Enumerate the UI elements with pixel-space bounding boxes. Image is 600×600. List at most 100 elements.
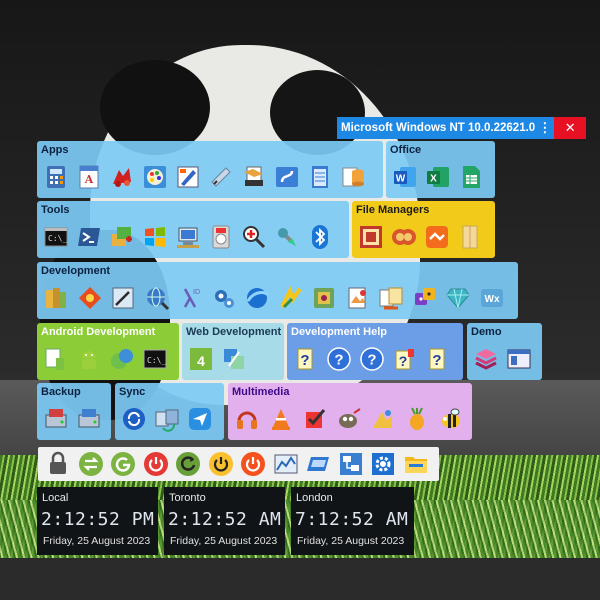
help-file-icon[interactable]: ? (292, 345, 320, 373)
window-demo-icon[interactable] (505, 345, 533, 373)
lambda-icon[interactable]: ID (176, 284, 204, 312)
paint-icon[interactable] (108, 163, 136, 191)
media-tools-icon[interactable] (369, 405, 397, 433)
sign-out-icon[interactable] (109, 450, 137, 478)
launcher-titlebar[interactable]: Microsoft Windows NT 10.0.22621.0 ⋮ ✕ (337, 117, 586, 139)
calculator-icon[interactable] (42, 163, 70, 191)
backup-drive-icon[interactable] (42, 405, 70, 433)
sync-circle-icon[interactable] (120, 405, 148, 433)
check-box-icon[interactable] (301, 405, 329, 433)
fruit-icon[interactable] (403, 405, 431, 433)
windows-logo-icon[interactable] (141, 223, 169, 251)
group-multimedia: Multimedia (228, 383, 472, 440)
wordpad-icon[interactable]: A (75, 163, 103, 191)
svg-text:4: 4 (197, 353, 205, 369)
gimp-icon[interactable] (335, 405, 363, 433)
data-stack-icon[interactable] (339, 163, 367, 191)
sheets-icon[interactable] (457, 163, 485, 191)
close-button[interactable]: ✕ (554, 117, 586, 139)
powershell-icon[interactable] (75, 223, 103, 251)
bluetooth-icon[interactable] (306, 223, 334, 251)
send-icon[interactable] (186, 405, 214, 433)
media-player-icon[interactable] (207, 223, 235, 251)
network-computer-icon[interactable] (174, 223, 202, 251)
help-circle-icon[interactable]: ? (325, 345, 353, 373)
help-file-icon[interactable]: ? (424, 345, 452, 373)
android-orb-icon[interactable] (108, 345, 136, 373)
more-options-button[interactable]: ⋮ (535, 117, 554, 139)
color-palette-icon[interactable] (141, 163, 169, 191)
image-editor-icon[interactable] (344, 284, 372, 312)
excel-icon[interactable]: X (424, 163, 452, 191)
help-circle-icon[interactable]: ? (358, 345, 386, 373)
vlc-icon[interactable] (267, 405, 295, 433)
sync-files-icon[interactable] (153, 405, 181, 433)
wx-icon[interactable]: Wx (478, 284, 506, 312)
cleanup-icon[interactable] (273, 223, 301, 251)
power-off-icon[interactable] (142, 450, 170, 478)
settings-icon[interactable] (369, 450, 397, 478)
sync-icons (120, 405, 214, 433)
switch-user-icon[interactable] (77, 450, 105, 478)
tablet-pen-icon[interactable] (207, 163, 235, 191)
lock-icon[interactable] (44, 450, 72, 478)
group-backup-label: Backup (41, 386, 81, 398)
android-terminal-icon[interactable]: C:\_ (141, 345, 169, 373)
android-icon[interactable] (75, 345, 103, 373)
bee-icon[interactable] (437, 405, 465, 433)
transfer-icon[interactable] (423, 223, 451, 251)
group-apps: Apps A (37, 141, 383, 198)
svg-text:?: ? (432, 352, 441, 369)
demo-icons (472, 345, 533, 373)
install-icon[interactable] (108, 223, 136, 251)
stack-layers-icon[interactable] (472, 345, 500, 373)
package-icon[interactable] (310, 284, 338, 312)
window-icon[interactable] (304, 450, 332, 478)
file-folder-icon[interactable] (456, 223, 484, 251)
total-commander-icon[interactable] (357, 223, 385, 251)
editor-pen-icon[interactable] (109, 284, 137, 312)
sleep-icon[interactable] (207, 450, 235, 478)
android-install-icon[interactable] (42, 345, 70, 373)
character-map-icon[interactable] (273, 163, 301, 191)
paint-app-icon[interactable] (174, 163, 202, 191)
double-commander-icon[interactable] (390, 223, 418, 251)
dice-icon[interactable] (411, 284, 439, 312)
magnifier-icon[interactable] (240, 223, 268, 251)
devhelp-icons: ????? (292, 345, 452, 373)
multimedia-icons (233, 405, 465, 433)
headphones-icon[interactable] (233, 405, 261, 433)
word-icon[interactable]: W (391, 163, 419, 191)
network-icon[interactable] (337, 450, 365, 478)
group-devhelp-label: Development Help (291, 326, 387, 338)
notepad-icon[interactable] (306, 163, 334, 191)
explorer-icon[interactable] (402, 450, 430, 478)
svg-text:A: A (84, 173, 94, 186)
svg-text:?: ? (300, 352, 309, 369)
file-managers-icons (357, 223, 484, 251)
shutdown-icon[interactable] (239, 450, 267, 478)
clock-city: Local (42, 492, 69, 504)
ide-books-icon[interactable] (42, 284, 70, 312)
gears-icon[interactable] (210, 284, 238, 312)
clock-time: 2:12:52 PM (41, 509, 155, 530)
globe-search-icon[interactable] (143, 284, 171, 312)
wing-icon[interactable] (277, 284, 305, 312)
web-editor-icon[interactable]: 4 (187, 345, 215, 373)
clock-city: London (296, 492, 333, 504)
chart-icon[interactable] (272, 450, 300, 478)
office-icons: WX (391, 163, 485, 191)
command-prompt-icon[interactable]: C:\_ (42, 223, 70, 251)
clock-toronto: Toronto 2:12:52 AM Friday, 25 August 202… (164, 487, 285, 555)
code-diamond-icon[interactable] (76, 284, 104, 312)
document-scanner-icon[interactable] (240, 163, 268, 191)
web-transfer-icon[interactable] (220, 345, 248, 373)
browser-icon[interactable] (243, 284, 271, 312)
gem-icon[interactable] (444, 284, 472, 312)
help-book-icon[interactable]: ? (391, 345, 419, 373)
clock-date: Friday, 25 August 2023 (170, 535, 278, 547)
clock-date: Friday, 25 August 2023 (297, 535, 405, 547)
transfer-docs-icon[interactable] (377, 284, 405, 312)
restore-drive-icon[interactable] (75, 405, 103, 433)
restart-icon[interactable] (174, 450, 202, 478)
